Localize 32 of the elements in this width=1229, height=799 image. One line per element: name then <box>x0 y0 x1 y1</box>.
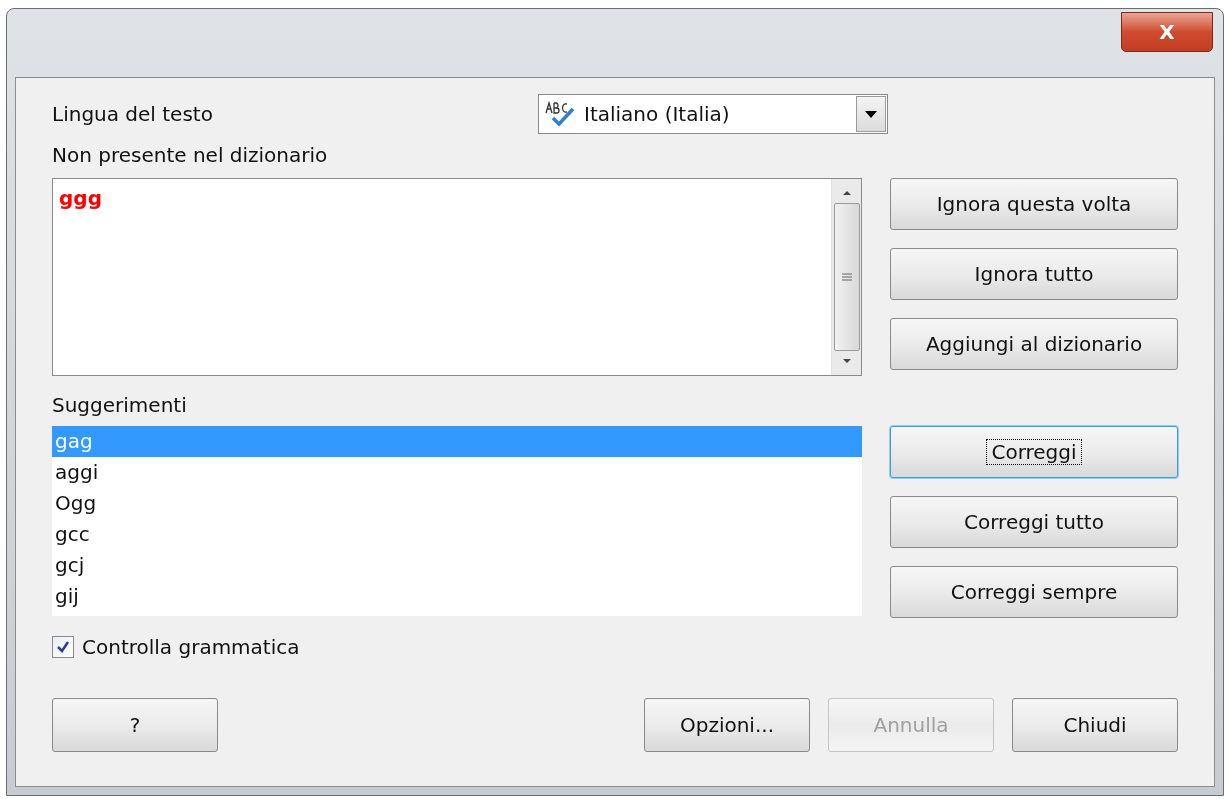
misspelled-word: ggg <box>58 185 103 212</box>
dialog-button[interactable]: Chiudi <box>1012 698 1178 752</box>
scrollbar-thumb[interactable] <box>833 203 860 351</box>
suggestion-item[interactable]: gij <box>52 581 862 612</box>
suggestion-item[interactable]: Ogg <box>52 488 862 519</box>
dialog-button[interactable]: Ignora tutto <box>890 248 1178 300</box>
grammar-checkbox-label: Controlla grammatica <box>82 634 300 661</box>
spellcheck-icon <box>544 101 576 127</box>
dialog-button[interactable]: Correggi tutto <box>890 496 1178 548</box>
suggestions-label: Suggerimenti <box>52 392 188 419</box>
suggestions-list[interactable]: gag aggi Ogg gcc gcj gij <box>52 426 862 616</box>
dialog-button[interactable]: Ignora questa volta <box>890 178 1178 230</box>
grammar-checkbox[interactable] <box>52 636 74 658</box>
dialog-button[interactable]: Aggiungi al dizionario <box>890 318 1178 370</box>
sentence-text-area[interactable]: ggg <box>52 178 862 376</box>
checkmark-icon <box>56 640 70 654</box>
dialog-button[interactable]: Correggi <box>890 426 1178 478</box>
dialog-button[interactable]: ? <box>52 698 218 752</box>
dropdown-arrow-button[interactable] <box>856 96 886 132</box>
language-dropdown[interactable]: Italiano (Italia) <box>538 94 888 134</box>
language-label: Lingua del testo <box>52 101 214 128</box>
dialog-button[interactable]: Opzioni... <box>644 698 810 752</box>
suggestion-item[interactable]: gcj <box>52 550 862 581</box>
suggestion-item[interactable]: aggi <box>52 457 862 488</box>
scrollbar[interactable] <box>831 179 861 375</box>
language-value: Italiano (Italia) <box>584 101 731 128</box>
suggestion-item[interactable]: gcc <box>52 519 862 550</box>
caret-icon <box>865 110 877 118</box>
grip-icon <box>841 273 852 281</box>
close-button[interactable]: X <box>1121 12 1213 52</box>
not-in-dictionary-label: Non presente nel dizionario <box>52 142 329 169</box>
dialog-button[interactable]: Correggi sempre <box>890 566 1178 618</box>
